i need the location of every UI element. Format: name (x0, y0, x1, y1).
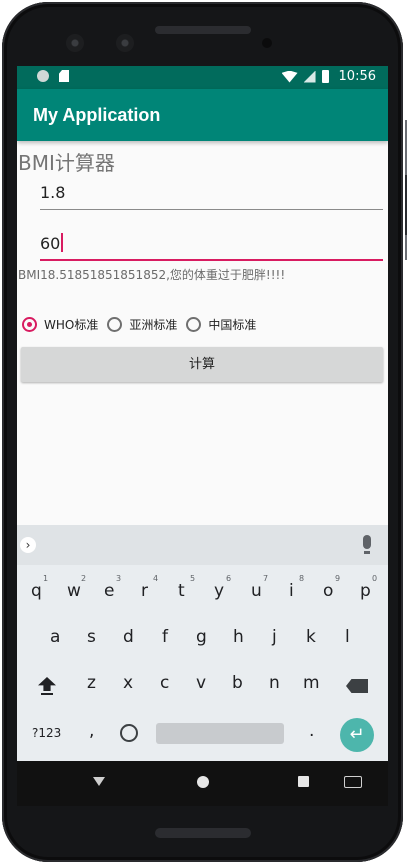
key-n[interactable]: n (269, 673, 280, 693)
weight-value: 60 (40, 234, 61, 253)
microphone-icon[interactable] (363, 535, 371, 554)
sd-card-icon (59, 70, 69, 82)
keyboard-switch-icon[interactable] (344, 776, 362, 788)
key-b[interactable]: b (232, 673, 243, 693)
battery-icon (321, 70, 329, 83)
key-a[interactable]: a (50, 627, 60, 647)
key-p[interactable]: p0 (360, 574, 377, 601)
key-hint: 9 (335, 574, 341, 583)
wifi-icon (281, 70, 298, 83)
symbols-key[interactable]: ?123 (32, 726, 61, 740)
key-j[interactable]: j (272, 627, 277, 647)
key-hint: 7 (263, 574, 269, 583)
backspace-icon[interactable] (346, 679, 368, 693)
key-hint: 1 (43, 574, 49, 583)
key-hint: 5 (190, 574, 196, 583)
radio-checked-icon (22, 317, 37, 332)
front-camera-icon (66, 34, 84, 52)
home-icon[interactable] (197, 776, 209, 788)
suggestion-bar: › (17, 525, 388, 565)
key-hint: 6 (226, 574, 232, 583)
app-title: My Application (33, 105, 161, 125)
shift-base (41, 693, 53, 695)
status-bar: 10:56 (17, 66, 388, 89)
key-t[interactable]: t5 (178, 574, 195, 601)
soft-keyboard: › q1 w2 e3 r4 t5 y6 u7 i8 o9 p0 a s d f … (17, 525, 388, 761)
app-bar: My Application (17, 89, 388, 141)
signal-icon (303, 70, 316, 83)
page-title: BMI计算器 (18, 151, 115, 175)
period-key[interactable]: . (309, 721, 314, 741)
key-y[interactable]: y6 (214, 574, 231, 601)
radio-who[interactable]: WHO标准 (22, 316, 98, 333)
front-camera-icon (116, 34, 134, 52)
proximity-sensor (262, 38, 272, 48)
recent-apps-icon[interactable] (298, 776, 309, 787)
radio-china-label: 中国标准 (208, 318, 257, 332)
radio-unchecked-icon (107, 317, 123, 332)
key-c[interactable]: c (160, 673, 169, 693)
notification-dot-icon (37, 70, 49, 82)
key-hint: 0 (372, 574, 378, 583)
key-q[interactable]: q1 (31, 574, 48, 601)
key-r[interactable]: r4 (141, 574, 158, 601)
height-value: 1.8 (40, 183, 66, 202)
navigation-bar (17, 761, 388, 806)
key-hint: 8 (299, 574, 305, 583)
key-d[interactable]: d (123, 627, 134, 647)
standard-radio-group: WHO标准 亚洲标准 中国标准 (22, 316, 265, 333)
weight-input[interactable]: 60 (40, 229, 383, 261)
radio-china[interactable]: 中国标准 (186, 316, 256, 333)
key-s[interactable]: s (87, 627, 96, 647)
radio-unchecked-icon (186, 317, 202, 332)
comma-key[interactable]: , (89, 721, 94, 741)
key-w[interactable]: w2 (67, 574, 86, 601)
key-e[interactable]: e3 (104, 574, 121, 601)
radio-asia[interactable]: 亚洲标准 (107, 316, 177, 333)
bmi-form: BMI计算器 1.8 60 BMI18.51851851851852,您的体重过… (17, 141, 388, 526)
key-g[interactable]: g (196, 627, 207, 647)
key-z[interactable]: z (87, 673, 96, 693)
calculate-button[interactable]: 计算 (21, 347, 383, 382)
key-x[interactable]: x (123, 673, 133, 693)
key-o[interactable]: o9 (323, 574, 340, 601)
radio-who-label: WHO标准 (44, 318, 99, 332)
key-i[interactable]: i8 (289, 574, 304, 601)
bottom-speaker (155, 828, 251, 838)
clock: 10:56 (338, 69, 376, 84)
key-f[interactable]: f (162, 627, 168, 647)
height-underline (40, 209, 383, 210)
weight-underline-focused (40, 259, 383, 261)
key-hint: 3 (116, 574, 122, 583)
key-h[interactable]: h (233, 627, 244, 647)
key-l[interactable]: l (345, 627, 350, 647)
height-input[interactable]: 1.8 (40, 179, 383, 211)
key-hint: 4 (153, 574, 159, 583)
back-icon[interactable] (93, 777, 105, 786)
bmi-result-text: BMI18.51851851851852,您的体重过于肥胖!!!! (18, 268, 286, 282)
emoji-icon[interactable] (120, 724, 138, 742)
space-bar[interactable] (156, 723, 284, 744)
key-v[interactable]: v (196, 673, 206, 693)
key-k[interactable]: k (306, 627, 316, 647)
chevron-right-icon[interactable]: › (20, 537, 36, 553)
text-cursor (61, 233, 64, 252)
shift-icon (38, 677, 56, 691)
radio-asia-label: 亚洲标准 (129, 318, 178, 332)
enter-key[interactable]: ↵ (340, 718, 374, 752)
screen: 10:56 My Application BMI计算器 1.8 60 BMI18… (17, 66, 388, 806)
key-hint: 2 (81, 574, 87, 583)
earpiece-speaker (155, 26, 251, 34)
key-m[interactable]: m (303, 673, 320, 693)
key-u[interactable]: u7 (251, 574, 268, 601)
